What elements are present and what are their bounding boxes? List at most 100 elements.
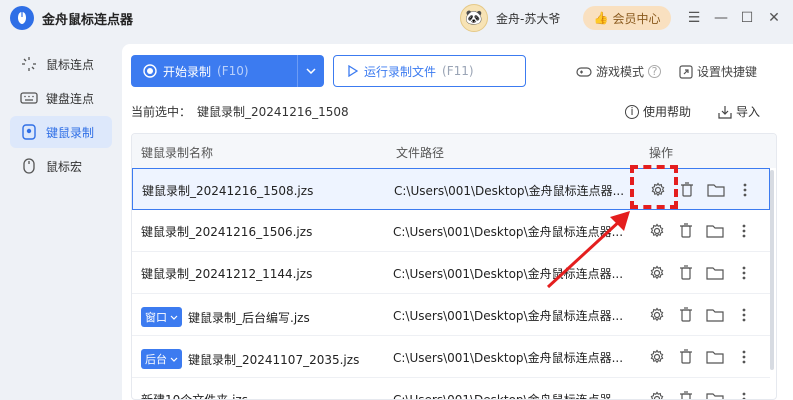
trash-icon[interactable] xyxy=(677,222,695,240)
record-circle-icon xyxy=(143,64,157,78)
more-icon[interactable] xyxy=(735,264,753,282)
table-row[interactable]: 窗口 键鼠录制_后台编写.jzs C:\Users\001\Desktop\金舟鼠标… xyxy=(132,294,770,336)
vip-center-button[interactable]: 👍 会员中心 xyxy=(583,6,671,30)
row-name: 后台 键鼠录制_20241107_2035.jzs xyxy=(141,349,359,369)
more-icon[interactable] xyxy=(735,348,753,366)
play-icon xyxy=(348,65,358,77)
more-icon[interactable] xyxy=(735,390,753,399)
column-header-path: 文件路径 xyxy=(396,146,445,160)
current-selection-label: 当前选中： xyxy=(131,105,192,119)
mode-tag-label: 窗口 xyxy=(145,311,167,324)
record-icon xyxy=(20,123,38,141)
gear-icon[interactable] xyxy=(648,348,666,366)
table-row[interactable]: 键鼠录制_20241216_1506.jzs C:\Users\001\Deskt… xyxy=(132,210,770,252)
gear-icon[interactable] xyxy=(648,306,666,324)
sidebar: 鼠标连点 键盘连点 键鼠录制 鼠标宏 xyxy=(0,44,122,400)
help-circle-icon[interactable]: ? xyxy=(648,65,662,78)
import-button[interactable]: 导入 xyxy=(718,103,760,120)
start-record-hint: (F10) xyxy=(217,64,249,78)
column-header-actions: 操作 xyxy=(649,146,674,160)
gamepad-icon xyxy=(576,66,592,77)
user-name[interactable]: 金舟-苏大爷 xyxy=(496,10,560,27)
mode-tag[interactable]: 窗口 xyxy=(141,307,182,327)
row-name: 键鼠录制_20241212_1144.jzs xyxy=(141,265,312,282)
avatar[interactable]: 🐼 xyxy=(460,4,488,32)
sidebar-item-label: 键鼠录制 xyxy=(46,125,95,140)
start-record-label: 开始录制 xyxy=(163,64,212,79)
close-icon[interactable]: ✕ xyxy=(764,8,784,28)
maximize-icon[interactable]: ☐ xyxy=(737,8,757,28)
current-selection-value: 键鼠录制_20241216_1508 xyxy=(197,105,349,119)
row-name: 键鼠录制_20241216_1508.jzs xyxy=(142,182,313,199)
gear-icon[interactable] xyxy=(648,390,666,399)
trash-icon[interactable] xyxy=(677,306,695,324)
mode-tag[interactable]: 后台 xyxy=(141,349,182,369)
mode-tag-label: 后台 xyxy=(145,353,167,366)
game-mode-toggle[interactable]: 游戏模式 ? xyxy=(576,63,662,80)
mouse-icon xyxy=(20,157,38,175)
column-header-name: 键鼠录制名称 xyxy=(141,146,214,160)
more-icon[interactable] xyxy=(735,222,753,240)
main-panel: 开始录制 (F10) 运行录制文件 (F11) 游戏模式 ? 设置快捷键 当前选… xyxy=(122,44,793,400)
row-path: C:\Users\001\Desktop\金舟鼠标连点器... xyxy=(393,225,624,239)
folder-icon[interactable] xyxy=(706,222,724,240)
trash-icon[interactable] xyxy=(677,264,695,282)
row-name-text: 键鼠录制_后台编写.jzs xyxy=(188,310,310,325)
info-icon: i xyxy=(625,104,639,119)
more-icon[interactable] xyxy=(736,181,754,199)
row-name-text: 键鼠录制_20241212_1144.jzs xyxy=(141,267,313,281)
folder-icon[interactable] xyxy=(706,306,724,324)
help-link[interactable]: i 使用帮助 xyxy=(625,103,691,120)
sidebar-item-keyboard[interactable]: 键盘连点 xyxy=(10,82,112,114)
table-row[interactable]: 键鼠录制_20241216_1508.jzs C:\Users\001\Deskt… xyxy=(132,168,770,210)
sidebar-item-mouse-click[interactable]: 鼠标连点 xyxy=(10,48,112,80)
record-table: 键鼠录制名称 文件路径 操作 键鼠录制_20241216_1508.jzs C:\… xyxy=(131,133,777,400)
scrollbar[interactable] xyxy=(770,170,774,370)
row-name-text: 新建10个文件夹.jzs xyxy=(141,393,248,400)
run-record-file-button[interactable]: 运行录制文件 (F11) xyxy=(333,55,526,87)
row-name: 键鼠录制_20241216_1506.jzs xyxy=(141,223,312,240)
row-path: C:\Users\001\Desktop\金舟鼠标连点器... xyxy=(393,267,624,281)
row-name-text: 键鼠录制_20241216_1508.jzs xyxy=(142,184,314,198)
chevron-down-icon xyxy=(170,357,178,362)
trash-icon[interactable] xyxy=(678,181,696,199)
run-record-label: 运行录制文件 xyxy=(364,64,437,79)
folder-icon[interactable] xyxy=(706,348,724,366)
gear-icon[interactable] xyxy=(649,181,667,199)
row-path: C:\Users\001\Desktop\金舟鼠标连点器... xyxy=(393,351,624,365)
help-label: 使用帮助 xyxy=(643,105,692,119)
sidebar-item-mouse-macro[interactable]: 鼠标宏 xyxy=(10,150,112,182)
vip-icon: 👍 xyxy=(593,11,609,25)
table-row[interactable]: 后台 键鼠录制_20241107_2035.jzs C:\Users\001\Des… xyxy=(132,336,770,378)
row-name-text: 键鼠录制_20241107_2035.jzs xyxy=(188,352,360,367)
more-icon[interactable] xyxy=(735,306,753,324)
gear-icon[interactable] xyxy=(648,264,666,282)
row-path: C:\Users\001\Desktop\金舟鼠标连点器... xyxy=(393,393,624,400)
table-row[interactable]: 新建10个文件夹.jzs C:\Users\001\Desktop\金舟鼠标连点器… xyxy=(132,378,770,400)
minimize-icon[interactable]: — xyxy=(711,8,731,28)
game-mode-label: 游戏模式 xyxy=(596,65,645,79)
chevron-down-icon[interactable] xyxy=(298,68,324,74)
sidebar-item-label: 键盘连点 xyxy=(46,91,95,106)
trash-icon[interactable] xyxy=(677,348,695,366)
folder-icon[interactable] xyxy=(707,181,725,199)
app-logo-icon xyxy=(10,6,34,30)
table-row[interactable]: 键鼠录制_20241212_1144.jzs C:\Users\001\Deskt… xyxy=(132,252,770,294)
current-selection: 当前选中： 键鼠录制_20241216_1508 xyxy=(131,103,349,120)
sidebar-item-record[interactable]: 键鼠录制 xyxy=(10,116,112,148)
gear-icon[interactable] xyxy=(648,222,666,240)
folder-icon[interactable] xyxy=(706,264,724,282)
import-icon xyxy=(718,105,732,119)
folder-icon[interactable] xyxy=(706,390,724,399)
menu-icon[interactable]: ☰ xyxy=(684,8,704,28)
title-bar: 金舟鼠标连点器 🐼 金舟-苏大爷 👍 会员中心 ☰ — ☐ ✕ xyxy=(0,0,793,36)
app-title: 金舟鼠标连点器 xyxy=(42,13,134,28)
sidebar-item-label: 鼠标连点 xyxy=(46,57,95,72)
start-record-button[interactable]: 开始录制 (F10) xyxy=(131,55,324,87)
shortcut-icon xyxy=(679,64,693,79)
set-shortcut-button[interactable]: 设置快捷键 xyxy=(679,63,757,80)
trash-icon[interactable] xyxy=(677,390,695,399)
start-record-main[interactable]: 开始录制 (F10) xyxy=(131,55,297,87)
run-record-hint: (F11) xyxy=(442,64,474,78)
row-path: C:\Users\001\Desktop\金舟鼠标连点器... xyxy=(393,309,624,323)
